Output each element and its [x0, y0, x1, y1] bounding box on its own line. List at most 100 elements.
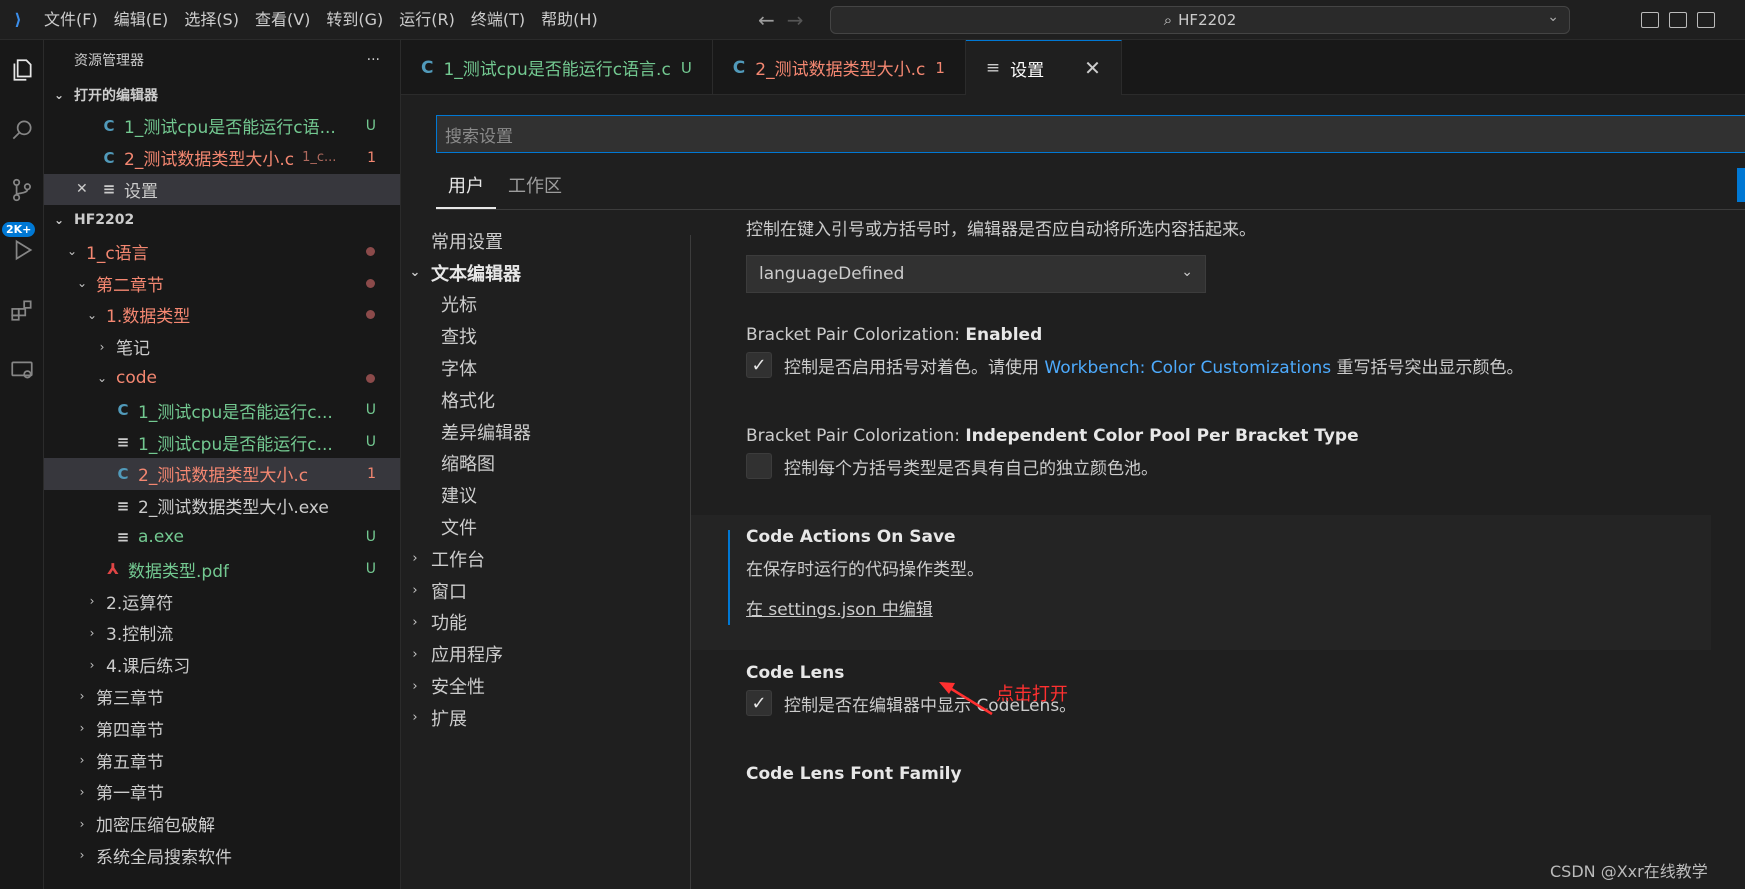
layout-controls	[1641, 0, 1745, 40]
tab-label: 设置	[1010, 60, 1045, 81]
tree-folder[interactable]: ⌄ 1.数据类型	[44, 299, 400, 331]
toc-item[interactable]: 常用设置	[401, 225, 691, 257]
toc-item[interactable]: › 窗口	[401, 575, 691, 607]
toc-label: 窗口	[431, 581, 467, 603]
tree-label: 1.数据类型	[106, 307, 191, 328]
tree-folder[interactable]: › 加密压缩包破解	[44, 808, 400, 840]
menu-run[interactable]: 运行(R)	[391, 0, 463, 40]
forward-arrow-icon[interactable]: →	[787, 8, 804, 32]
toc-item[interactable]: 格式化	[401, 384, 691, 416]
tree-folder[interactable]: › 系统全局搜索软件	[44, 840, 400, 872]
toc-label: 建议	[441, 486, 477, 508]
menu-edit[interactable]: 编辑(E)	[106, 0, 177, 40]
bpc-pool-checkbox[interactable]	[746, 453, 772, 479]
open-editor-item[interactable]: C 1_测试cpu是否能运行c语... U	[44, 110, 400, 142]
toggle-secondary-sidebar-icon[interactable]	[1697, 12, 1715, 28]
toc-item[interactable]: › 工作台	[401, 543, 691, 575]
tree-file[interactable]: ≡ 2_测试数据类型大小.exe	[44, 490, 400, 522]
auto-surround-description: 控制在键入引号或方括号时，编辑器是否应自动将所选内容括起来。	[746, 220, 1256, 240]
tree-folder[interactable]: › 4.课后练习	[44, 649, 400, 681]
toc-item[interactable]: 查找	[401, 320, 691, 352]
tree-folder[interactable]: › 第四章节	[44, 712, 400, 744]
auto-surround-select[interactable]: languageDefined ⌄	[746, 255, 1206, 293]
tree-label: 2_测试数据类型大小.c	[138, 466, 309, 487]
toc-item[interactable]: ⌄ 文本编辑器	[401, 257, 691, 289]
close-icon[interactable]: ✕	[76, 181, 94, 197]
tree-folder[interactable]: ⌄ 1_c语言	[44, 235, 400, 267]
tree-file[interactable]: ⅄ 数据类型.pdf U	[44, 553, 400, 585]
tab-file-1[interactable]: C 1_测试cpu是否能运行c语言.c U	[401, 40, 713, 95]
chevron-right-icon: ›	[412, 710, 418, 726]
tree-folder[interactable]: › 2.运算符	[44, 585, 400, 617]
back-arrow-icon[interactable]: ←	[758, 8, 775, 32]
bpc-enabled-checkbox[interactable]: ✓	[746, 352, 772, 378]
toggle-panel-icon[interactable]	[1669, 12, 1687, 28]
toc-item[interactable]: 缩略图	[401, 448, 691, 480]
toc-item[interactable]: 光标	[401, 289, 691, 321]
code-actions-description: 在保存时运行的代码操作类型。	[746, 560, 984, 580]
explorer-title: 资源管理器	[74, 53, 144, 69]
more-actions-icon[interactable]: ···	[367, 52, 380, 68]
menu-view[interactable]: 查看(V)	[247, 0, 318, 40]
tree-folder[interactable]: ⌄ code	[44, 363, 400, 395]
menu-terminal[interactable]: 终端(T)	[463, 0, 533, 40]
setting-name: Independent Color Pool Per Bracket Type	[965, 426, 1359, 446]
setting-category: Bracket Pair Colorization:	[746, 426, 966, 446]
menu-selection[interactable]: 选择(S)	[176, 0, 247, 40]
tab-workspace[interactable]: 工作区	[496, 165, 574, 209]
check-icon: ✓	[751, 692, 767, 714]
menu-help[interactable]: 帮助(H)	[533, 0, 606, 40]
toggle-sidebar-icon[interactable]	[1641, 12, 1659, 28]
close-icon[interactable]: ✕	[1084, 56, 1101, 80]
tree-folder[interactable]: › 第三章节	[44, 681, 400, 713]
open-editor-item[interactable]: C 2_测试数据类型大小.c 1_c... 1	[44, 142, 400, 174]
untracked-badge: U	[365, 117, 376, 134]
toc-item[interactable]: › 应用程序	[401, 638, 691, 670]
untracked-badge: U	[365, 402, 376, 419]
toc-item[interactable]: › 扩展	[401, 702, 691, 734]
tree-file[interactable]: ≡ 1_测试cpu是否能运行c... U	[44, 426, 400, 458]
tree-file[interactable]: ≡ a.exe U	[44, 522, 400, 554]
toc-item[interactable]: 文件	[401, 511, 691, 543]
search-icon[interactable]	[0, 106, 44, 154]
tab-user[interactable]: 用户	[436, 165, 496, 209]
toc-item[interactable]: 建议	[401, 479, 691, 511]
command-center[interactable]: ⌕ HF2202 ⌄	[830, 6, 1570, 34]
toc-item[interactable]: › 功能	[401, 607, 691, 639]
tree-folder[interactable]: › 3.控制流	[44, 617, 400, 649]
tree-file[interactable]: C 1_测试cpu是否能运行c... U	[44, 394, 400, 426]
tree-folder[interactable]: › 第一章节	[44, 776, 400, 808]
menu-bar: 文件(F) 编辑(E) 选择(S) 查看(V) 转到(G) 运行(R) 终端(T…	[36, 0, 606, 40]
tree-folder[interactable]: ⌄ 第二章节	[44, 267, 400, 299]
extensions-icon[interactable]	[0, 286, 44, 334]
toc-label: 文本编辑器	[431, 263, 521, 285]
source-control-icon[interactable]	[0, 166, 44, 214]
settings-editor: 搜索设置 用户 工作区 常用设置 ⌄ 文本编辑器 光标 查找 字体 格式化 差异编…	[401, 95, 1745, 889]
tree-label: 加密压缩包破解	[96, 816, 215, 837]
command-center-label: HF2202	[1178, 11, 1237, 29]
error-count-badge: 1	[367, 465, 376, 482]
explorer-icon[interactable]	[0, 46, 44, 94]
toc-item[interactable]: 差异编辑器	[401, 416, 691, 448]
toc-item[interactable]: 字体	[401, 352, 691, 384]
edit-in-settings-json-link[interactable]: 在 settings.json 中编辑	[746, 595, 933, 620]
code-lens-checkbox[interactable]: ✓	[746, 690, 772, 716]
open-editors-header[interactable]: ⌄ 打开的编辑器	[44, 80, 400, 110]
watermark: CSDN @Xxr在线教学	[1550, 862, 1708, 881]
run-debug-icon[interactable]	[0, 226, 44, 274]
menu-file[interactable]: 文件(F)	[36, 0, 106, 40]
toc-item[interactable]: › 安全性	[401, 670, 691, 702]
tree-folder[interactable]: › 第五章节	[44, 744, 400, 776]
remote-explorer-icon[interactable]	[0, 346, 44, 394]
workspace-header[interactable]: ⌄ HF2202	[44, 205, 400, 235]
tab-file-2[interactable]: C 2_测试数据类型大小.c 1	[713, 40, 966, 95]
tree-folder[interactable]: › 笔记	[44, 331, 400, 363]
menu-go[interactable]: 转到(G)	[318, 0, 391, 40]
settings-search-input[interactable]: 搜索设置	[436, 115, 1745, 153]
tab-settings[interactable]: ≡ 设置 ✕	[965, 40, 1122, 95]
open-editor-item-settings[interactable]: ✕ ≡ 设置	[44, 173, 400, 206]
search-icon: ⌕	[1163, 11, 1173, 29]
color-customizations-link[interactable]: Workbench: Color Customizations	[1044, 358, 1331, 378]
chevron-right-icon: ›	[89, 594, 95, 609]
tree-file[interactable]: C 2_测试数据类型大小.c 1	[44, 457, 400, 490]
